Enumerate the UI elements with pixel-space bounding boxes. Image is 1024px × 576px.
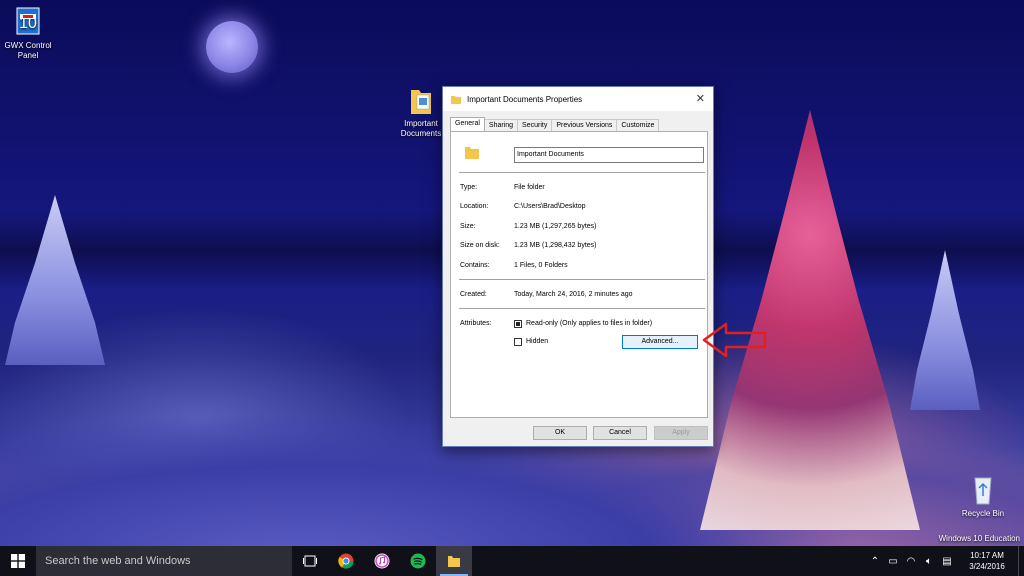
type-value: File folder bbox=[514, 184, 545, 191]
arrow-icon bbox=[702, 322, 767, 358]
show-desktop-button[interactable] bbox=[1018, 546, 1024, 576]
folder-icon bbox=[465, 147, 479, 159]
desktop-icon-label: GWX Control Panel bbox=[4, 41, 52, 60]
ok-button[interactable]: OK bbox=[533, 426, 587, 440]
dialog-titlebar[interactable]: Important Documents Properties ✕ bbox=[443, 87, 713, 111]
chrome-icon bbox=[338, 553, 354, 569]
folder-name-input[interactable]: Important Documents bbox=[514, 147, 704, 163]
clock-date: 3/24/2016 bbox=[969, 562, 1005, 571]
cancel-button[interactable]: Cancel bbox=[593, 426, 647, 440]
taskbar: Search the web and Windows ⌃ ▭ ◠ 🔈︎ ▤ 10… bbox=[0, 546, 1024, 576]
task-view-icon bbox=[303, 555, 317, 567]
folder-icon bbox=[411, 90, 431, 114]
desktop-icon-gwx[interactable]: 10 GWX Control Panel bbox=[0, 6, 56, 61]
chrome-button[interactable] bbox=[328, 546, 364, 576]
readonly-label[interactable]: Read-only (Only applies to files in fold… bbox=[526, 320, 652, 327]
volume-icon[interactable]: 🔈︎ bbox=[920, 556, 938, 567]
search-placeholder: Search the web and Windows bbox=[45, 555, 191, 567]
tab-sharing[interactable]: Sharing bbox=[483, 119, 519, 131]
size-on-disk-label: Size on disk: bbox=[460, 242, 500, 249]
system-tray: ⌃ ▭ ◠ 🔈︎ ▤ 10:17 AM 3/24/2016 bbox=[866, 546, 1024, 576]
file-explorer-icon bbox=[448, 556, 460, 567]
search-box[interactable]: Search the web and Windows bbox=[36, 546, 292, 576]
created-value: Today, March 24, 2016, 2 minutes ago bbox=[514, 291, 633, 298]
readonly-checkbox[interactable] bbox=[514, 320, 522, 328]
recycle-bin-icon bbox=[974, 477, 992, 505]
divider bbox=[459, 308, 705, 309]
size-on-disk-value: 1.23 MB (1,298,432 bytes) bbox=[514, 242, 597, 249]
itunes-button[interactable] bbox=[364, 546, 400, 576]
advanced-button[interactable]: Advanced... bbox=[622, 335, 698, 349]
type-label: Type: bbox=[460, 184, 478, 191]
close-icon[interactable]: ✕ bbox=[696, 92, 705, 105]
windows-edition-watermark: Windows 10 Education bbox=[938, 534, 1020, 543]
desktop-icon-label: Recycle Bin bbox=[961, 509, 1005, 518]
desktop-icon-recycle-bin[interactable]: Recycle Bin bbox=[952, 474, 1014, 519]
hidden-label[interactable]: Hidden bbox=[526, 338, 548, 345]
location-label: Location: bbox=[460, 203, 489, 210]
spotify-button[interactable] bbox=[400, 546, 436, 576]
battery-icon[interactable]: ▭ bbox=[884, 556, 902, 567]
folder-icon bbox=[451, 95, 461, 104]
itunes-icon bbox=[374, 553, 390, 569]
tab-strip: General Sharing Security Previous Versio… bbox=[450, 117, 660, 131]
start-button[interactable] bbox=[0, 546, 36, 576]
tab-previous-versions[interactable]: Previous Versions bbox=[551, 119, 618, 131]
clock[interactable]: 10:17 AM 3/24/2016 bbox=[956, 550, 1018, 572]
windows-logo-icon bbox=[11, 554, 25, 568]
location-value: C:\Users\Brad\Desktop bbox=[514, 203, 586, 210]
task-view-button[interactable] bbox=[292, 546, 328, 576]
tab-security[interactable]: Security bbox=[517, 119, 553, 131]
divider bbox=[459, 172, 705, 173]
wifi-icon[interactable]: ◠ bbox=[902, 556, 920, 567]
tab-customize[interactable]: Customize bbox=[616, 119, 660, 131]
file-explorer-button[interactable] bbox=[436, 546, 472, 576]
clock-time: 10:17 AM bbox=[970, 551, 1004, 560]
hidden-checkbox[interactable] bbox=[514, 338, 522, 346]
properties-dialog: Important Documents Properties ✕ General… bbox=[442, 86, 714, 447]
contains-value: 1 Files, 0 Folders bbox=[514, 262, 568, 269]
spotify-icon bbox=[410, 553, 426, 569]
created-label: Created: bbox=[460, 291, 487, 298]
gwx-icon: 10 bbox=[16, 7, 40, 35]
tab-general[interactable]: General bbox=[450, 117, 485, 131]
general-panel: Important Documents Type: File folder Lo… bbox=[450, 131, 708, 418]
size-value: 1.23 MB (1,297,265 bytes) bbox=[514, 223, 597, 230]
moon bbox=[206, 21, 258, 73]
dialog-title: Important Documents Properties bbox=[467, 94, 583, 104]
chevron-up-icon[interactable]: ⌃ bbox=[866, 556, 884, 567]
apply-button[interactable]: Apply bbox=[654, 426, 708, 440]
size-label: Size: bbox=[460, 223, 476, 230]
divider bbox=[459, 279, 705, 280]
action-center-icon[interactable]: ▤ bbox=[938, 556, 956, 567]
contains-label: Contains: bbox=[460, 262, 490, 269]
attributes-label: Attributes: bbox=[460, 320, 492, 327]
